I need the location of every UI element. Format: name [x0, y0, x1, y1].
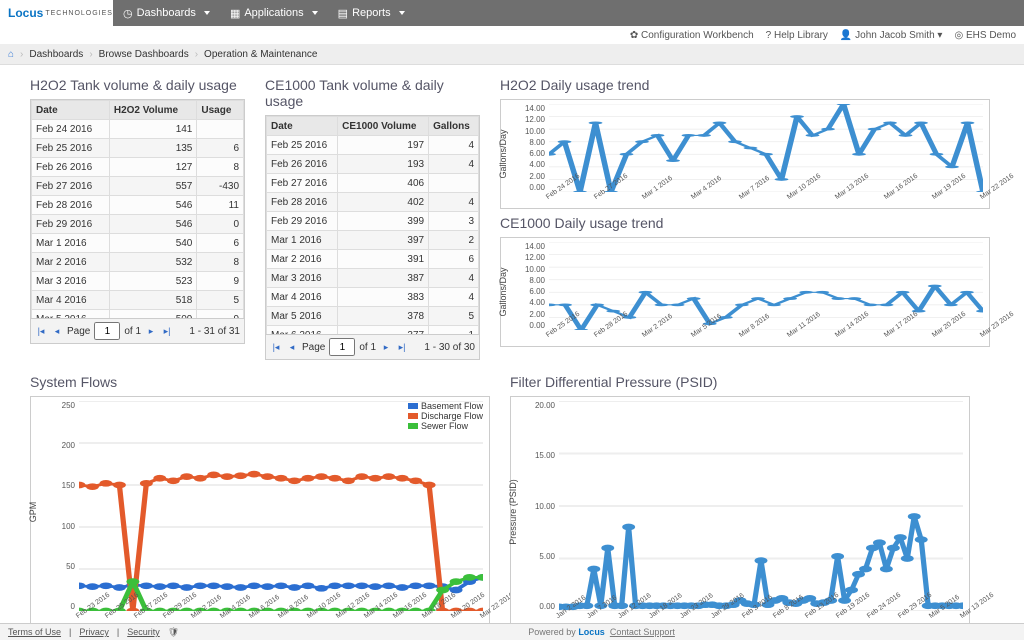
util-help[interactable]: ? Help Library — [766, 30, 828, 41]
table-row[interactable]: Mar 5 20165099 — [32, 310, 244, 320]
nav-applications-label: Applications — [244, 7, 303, 19]
ce1000-table: DateCE1000 VolumeGallons Feb 25 20161974… — [266, 116, 479, 335]
nav-applications[interactable]: ▦ Applications — [220, 0, 328, 26]
nav-reports-label: Reports — [352, 7, 391, 19]
ce1000-trend-title: CE1000 Daily usage trend — [500, 215, 990, 231]
ce1000-trend-chart: Gallons/Day 14.0012.0010.008.006.004.002… — [500, 237, 990, 347]
table-row[interactable]: Feb 29 20163993 — [267, 212, 479, 231]
meter-icon: ◷ — [123, 7, 133, 20]
h2o2-table: DateH2O2 VolumeUsage Feb 24 2016141Feb 2… — [31, 100, 244, 319]
footer-security[interactable]: Security — [127, 627, 160, 637]
sysflows-chart: GPM 250200150100500 Feb 23 2016Feb 25 20… — [30, 396, 490, 628]
ce1000-table-widget: CE1000 Tank volume & daily usage DateCE1… — [265, 73, 480, 360]
table-row[interactable]: Feb 27 2016406 — [267, 174, 479, 193]
pager-range: 1 - 31 of 31 — [189, 326, 240, 337]
crumb-dashboards[interactable]: Dashboards — [29, 49, 83, 60]
pager-next-icon[interactable]: ▸ — [145, 325, 157, 337]
pager-prev-icon[interactable]: ◂ — [286, 341, 298, 353]
table-row[interactable]: Feb 24 2016141 — [32, 120, 244, 139]
ce1000-table-title: CE1000 Tank volume & daily usage — [265, 77, 480, 109]
grid-icon: ▦ — [230, 7, 240, 20]
table-row[interactable]: Mar 5 20163785 — [267, 307, 479, 326]
pager-last-icon[interactable]: ▸| — [396, 341, 408, 353]
table-row[interactable]: Feb 29 20165460 — [32, 215, 244, 234]
table-row[interactable]: Feb 28 201654611 — [32, 196, 244, 215]
table-row[interactable]: Mar 4 20165185 — [32, 291, 244, 310]
table-row[interactable]: Mar 3 20163874 — [267, 269, 479, 288]
table-row[interactable]: Feb 25 20161974 — [267, 136, 479, 155]
footer-terms[interactable]: Terms of Use — [8, 627, 61, 637]
h2o2-trend-chart: Gallons/Day 14.0012.0010.008.006.004.002… — [500, 99, 990, 209]
table-row[interactable]: Feb 26 20161934 — [267, 155, 479, 174]
table-row[interactable]: Feb 28 20164024 — [267, 193, 479, 212]
table-row[interactable]: Mar 4 20163834 — [267, 288, 479, 307]
footer-contact[interactable]: Contact Support — [610, 627, 675, 637]
nav-dashboards[interactable]: ◷ Dashboards — [113, 0, 220, 26]
util-user[interactable]: 👤 John Jacob Smith ▾ — [840, 30, 943, 41]
h2o2-trend-title: H2O2 Daily usage trend — [500, 77, 990, 93]
pager-first-icon[interactable]: |◂ — [270, 341, 282, 353]
h2o2-table-title: H2O2 Tank volume & daily usage — [30, 77, 245, 93]
table-row[interactable]: Mar 2 20163916 — [267, 250, 479, 269]
table-row[interactable]: Mar 3 20165239 — [32, 272, 244, 291]
pager-page-input[interactable] — [329, 338, 355, 356]
psid-title: Filter Differential Pressure (PSID) — [510, 374, 970, 390]
pager-page-input[interactable] — [94, 322, 120, 340]
pager-next-icon[interactable]: ▸ — [380, 341, 392, 353]
table-row[interactable]: Mar 1 20165406 — [32, 234, 244, 253]
pager-last-icon[interactable]: ▸| — [161, 325, 173, 337]
table-row[interactable]: Mar 1 20163972 — [267, 231, 479, 250]
pager-first-icon[interactable]: |◂ — [35, 325, 47, 337]
table-row[interactable]: Mar 6 20163771 — [267, 326, 479, 336]
table-row[interactable]: Feb 25 20161356 — [32, 139, 244, 158]
nav-dashboards-label: Dashboards — [137, 7, 196, 19]
sysflows-title: System Flows — [30, 374, 490, 390]
home-icon[interactable]: ⌂ — [8, 49, 14, 60]
table-row[interactable]: Feb 27 2016557-430 — [32, 177, 244, 196]
crumb-browse[interactable]: Browse Dashboards — [99, 49, 189, 60]
brand-logo[interactable]: LocusTECHNOLOGIES — [0, 0, 113, 26]
pager-range: 1 - 30 of 30 — [424, 342, 475, 353]
crumb-oandm[interactable]: Operation & Maintenance — [204, 49, 317, 60]
h2o2-pager: |◂ ◂ Page of 1 ▸ ▸| 1 - 31 of 31 — [30, 319, 245, 344]
table-row[interactable]: Feb 26 20161278 — [32, 158, 244, 177]
nav-reports[interactable]: ▤ Reports — [328, 0, 415, 26]
util-config[interactable]: ✿ Configuration Workbench — [630, 30, 754, 41]
pager-prev-icon[interactable]: ◂ — [51, 325, 63, 337]
h2o2-table-widget: H2O2 Tank volume & daily usage DateH2O2 … — [30, 73, 245, 360]
table-row[interactable]: Mar 2 20165328 — [32, 253, 244, 272]
footer: Terms of Use | Privacy | Security 🛡 Powe… — [0, 623, 1024, 640]
breadcrumb: ⌂ › Dashboards › Browse Dashboards › Ope… — [0, 44, 1024, 65]
psid-chart: Pressure (PSID) 20.0015.0010.005.000.00 … — [510, 396, 970, 628]
footer-privacy[interactable]: Privacy — [79, 627, 109, 637]
ce1000-pager: |◂ ◂ Page of 1 ▸ ▸| 1 - 30 of 30 — [265, 335, 480, 360]
shield-icon: 🛡 — [168, 627, 179, 638]
sysflows-legend: Basement Flow Discharge Flow Sewer Flow — [408, 401, 483, 431]
util-demo[interactable]: ◎ EHS Demo — [954, 30, 1016, 41]
doc-icon: ▤ — [338, 7, 348, 20]
